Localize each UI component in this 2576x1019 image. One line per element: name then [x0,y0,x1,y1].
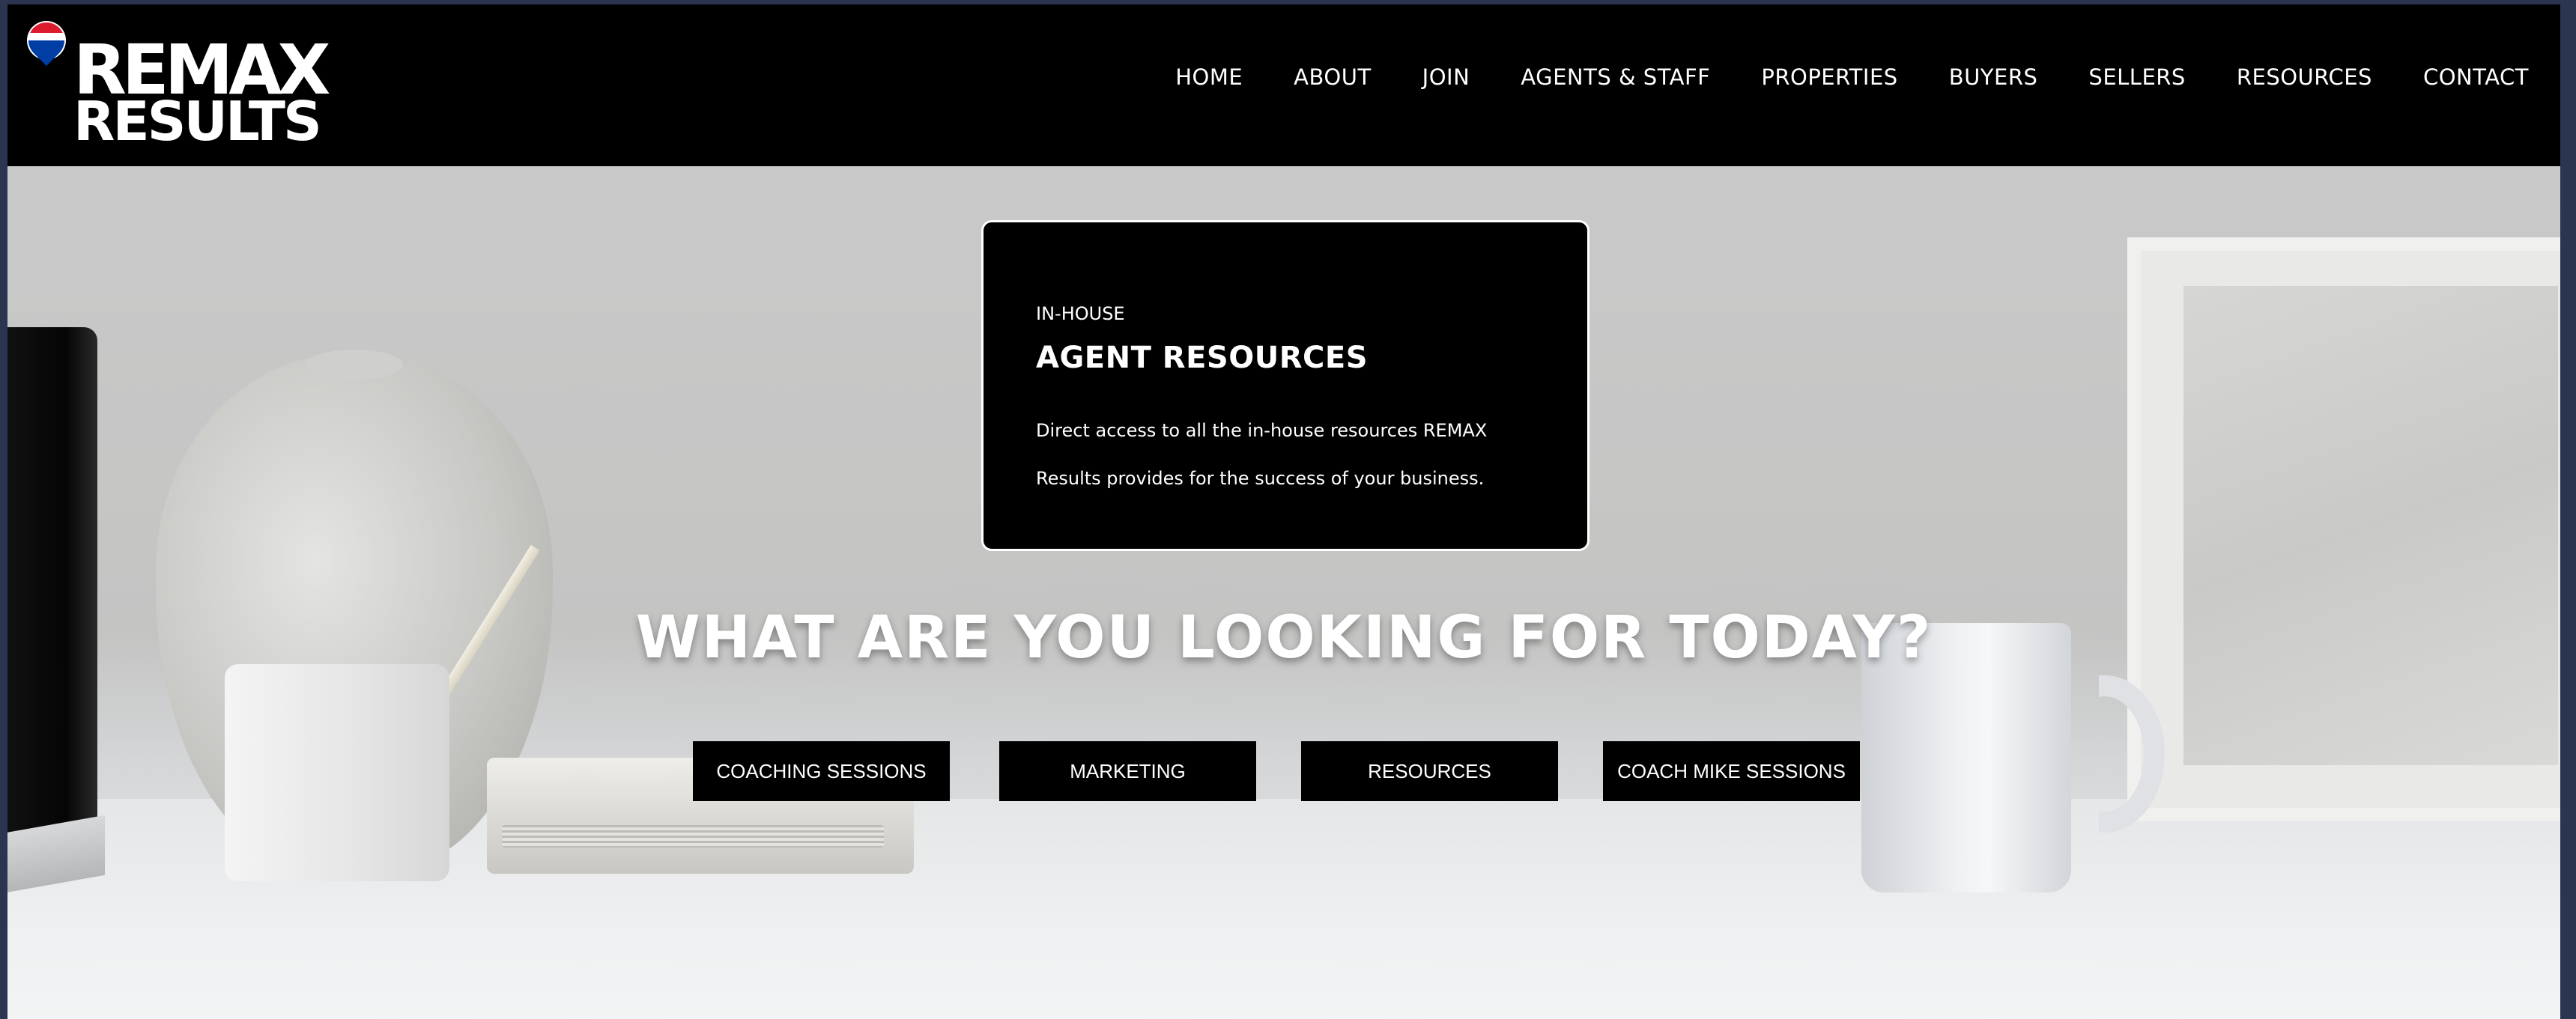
browser-viewport: REMAX RESULTS HOME ABOUT JOIN AGENTS & S… [7,4,2560,1019]
nav-properties[interactable]: PROPERTIES [1761,64,1897,90]
hot-air-balloon-icon [27,21,66,66]
hero-headline: WHAT ARE YOU LOOKING FOR TODAY? [635,604,1933,672]
pencil-cup [225,664,449,881]
card-description: Direct access to all the in-house resour… [1036,407,1545,502]
logo-wordmark-bottom: RESULTS [73,90,322,153]
card-description-line-2: Results provides for the success of your… [1036,468,1485,489]
laptop-screen [7,327,97,844]
nav-join[interactable]: JOIN [1422,64,1470,90]
coaching-sessions-button[interactable]: COACHING SESSIONS [693,741,950,801]
card-eyebrow: IN-HOUSE [1036,303,1125,324]
nav-about[interactable]: ABOUT [1294,64,1372,90]
nav-resources[interactable]: RESOURCES [2237,64,2372,90]
main-nav: HOME ABOUT JOIN AGENTS & STAFF PROPERTIE… [1175,64,2529,90]
book-pages [502,825,884,848]
nav-agents-staff[interactable]: AGENTS & STAFF [1521,64,1710,90]
remax-results-logo[interactable]: REMAX RESULTS [24,19,330,148]
nav-contact[interactable]: CONTACT [2423,64,2529,90]
coach-mike-sessions-button[interactable]: COACH MIKE SESSIONS [1603,741,1860,801]
nav-buyers[interactable]: BUYERS [1949,64,2038,90]
card-description-line-1: Direct access to all the in-house resour… [1036,420,1488,441]
site-header: REMAX RESULTS HOME ABOUT JOIN AGENTS & S… [7,4,2560,166]
card-title: AGENT RESOURCES [1036,341,1369,375]
picture-frame-art [2183,286,2558,765]
marketing-button[interactable]: MARKETING [999,741,1256,801]
vase-neck [306,350,403,380]
resources-button[interactable]: RESOURCES [1301,741,1558,801]
nav-sellers[interactable]: SELLERS [2088,64,2185,90]
nav-home[interactable]: HOME [1175,64,1243,90]
hero-section: IN-HOUSE AGENT RESOURCES Direct access t… [7,166,2560,1019]
agent-resources-card: IN-HOUSE AGENT RESOURCES Direct access t… [981,220,1589,551]
